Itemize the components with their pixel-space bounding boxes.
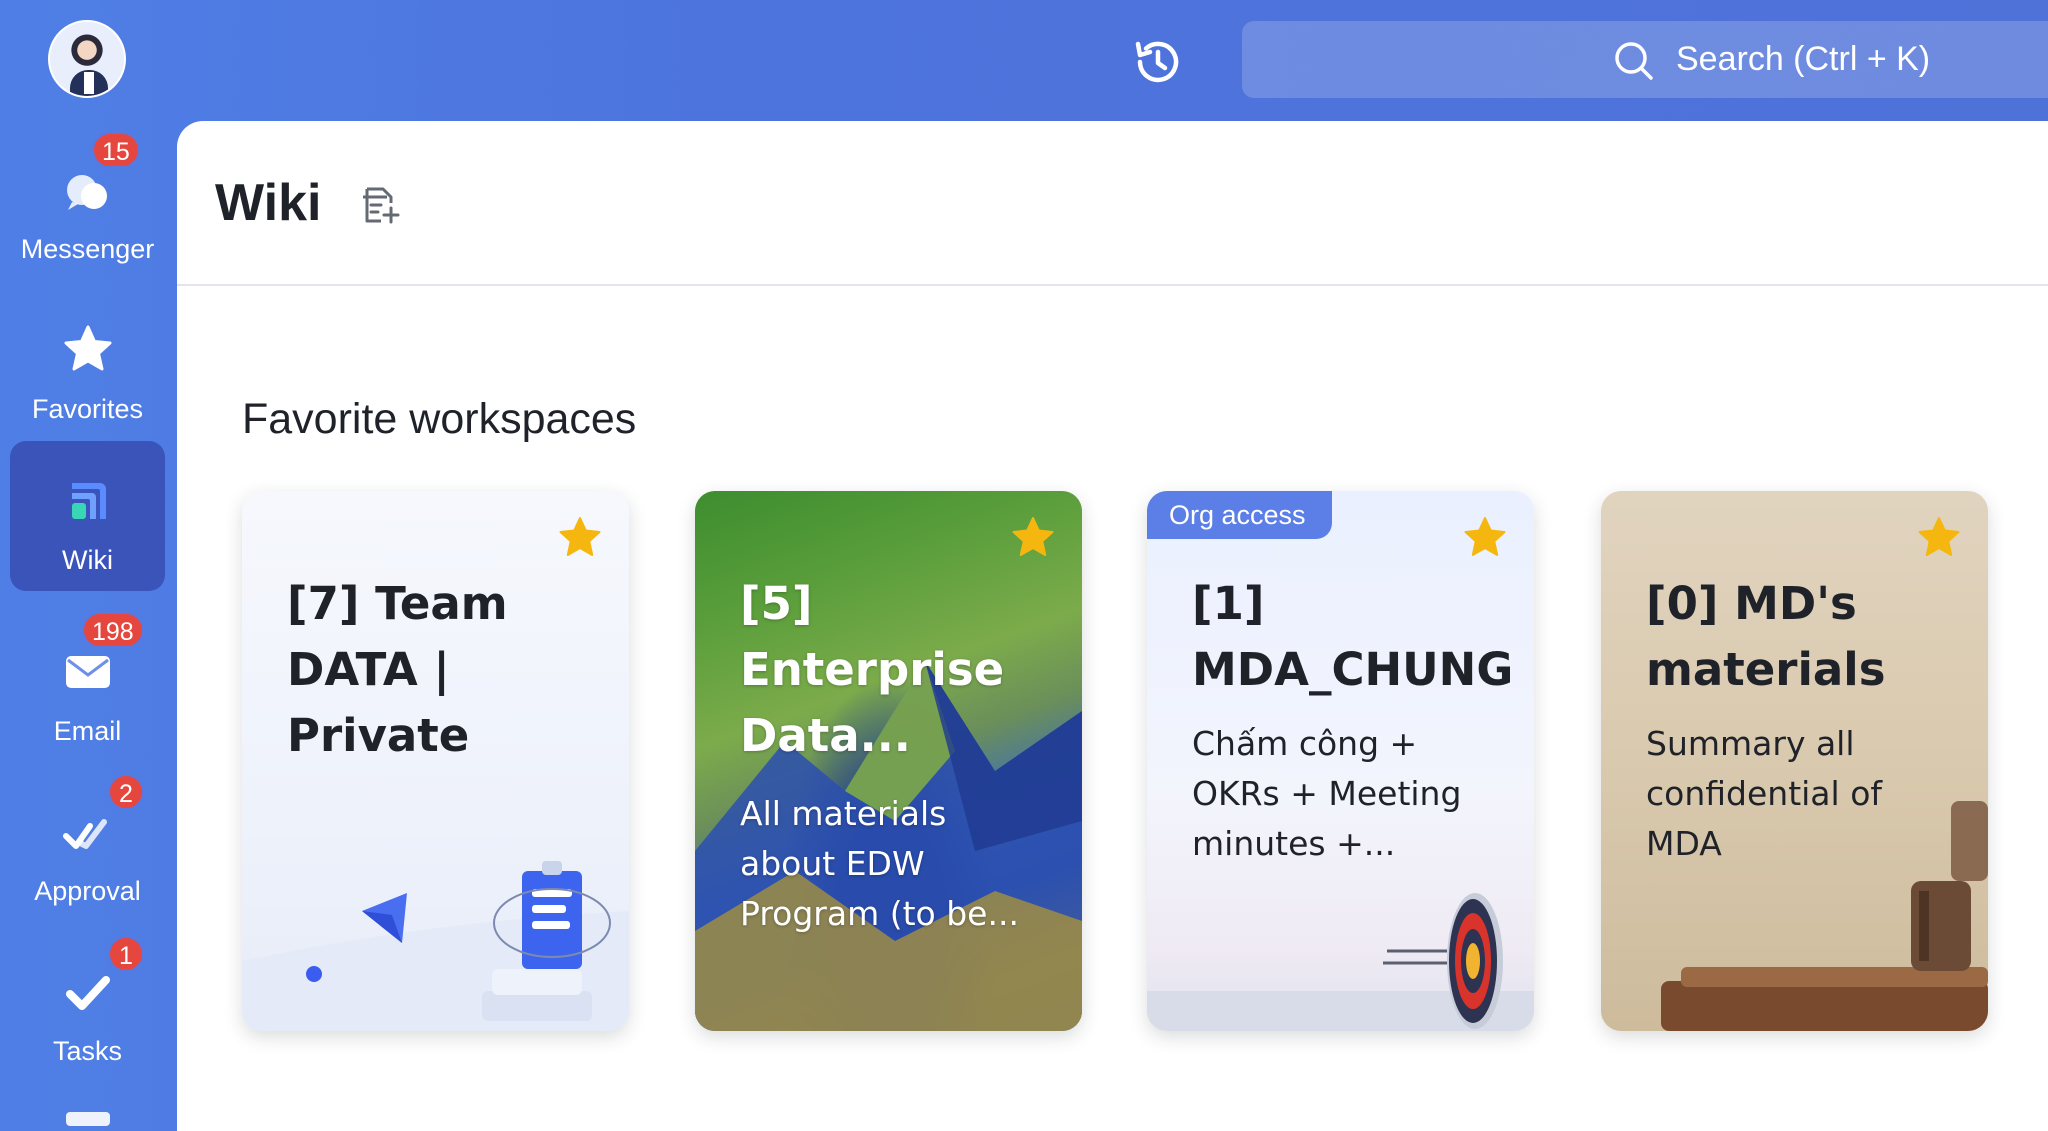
nav-wiki-label: Wiki (62, 545, 113, 575)
nav-favorites[interactable]: Favorites (10, 290, 165, 440)
nav-email[interactable]: 198 Email (10, 612, 165, 762)
page-title: Wiki (215, 174, 322, 232)
org-access-tag: Org access (1147, 491, 1332, 539)
card-title: [5] Enterprise Data... (740, 577, 1005, 762)
title-row: Wiki (177, 121, 2048, 286)
star-icon[interactable] (557, 515, 603, 561)
star-icon[interactable] (1916, 515, 1962, 561)
main-panel: Wiki Favorite workspaces [7] Team DATA |… (177, 121, 2048, 1131)
workspace-card-md-materials[interactable]: [0] MD's materials Summary all confident… (1601, 491, 1988, 1031)
mail-icon (65, 656, 110, 688)
star-icon[interactable] (1010, 515, 1056, 561)
nav-tasks[interactable]: 1 Tasks (10, 932, 165, 1082)
star-icon[interactable] (1462, 515, 1508, 561)
messenger-badge: 15 (92, 132, 140, 168)
nav-tasks-label: Tasks (52, 1036, 123, 1066)
search-icon (1615, 42, 1653, 80)
approval-badge: 2 (108, 774, 144, 810)
nav-messenger-label: Messenger (20, 234, 155, 264)
workspace-card-enterprise-data[interactable]: [5] Enterprise Data... All materials abo… (695, 491, 1082, 1031)
wiki-icon (71, 483, 106, 519)
email-badge: 198 (82, 612, 144, 648)
left-rail: 15 Messenger Favorites Wiki 198 Email 2 (0, 0, 177, 1126)
card-description: Chấm công + OKRs + Meeting minutes +... (1192, 724, 1462, 863)
clipboard-illustration (242, 861, 629, 1031)
user-avatar[interactable] (48, 20, 126, 98)
search-placeholder: Search (Ctrl + K) (1676, 40, 1931, 78)
target-illustration (1147, 893, 1534, 1031)
workspace-card-mda-chung[interactable]: Org access [1] MDA_CHUNG Chấm công + OKR… (1147, 491, 1534, 1031)
nav-messenger[interactable]: 15 Messenger (10, 130, 165, 280)
card-description: All materials about EDW Program (to be..… (740, 794, 1019, 933)
history-icon[interactable] (1130, 34, 1186, 90)
tasks-badge: 1 (108, 936, 144, 972)
messenger-icon (66, 175, 107, 210)
new-doc-icon[interactable] (357, 181, 405, 229)
workspace-card-team-data[interactable]: [7] Team DATA | Private (242, 491, 629, 1031)
card-title: [0] MD's materials (1646, 577, 1886, 696)
star-icon (64, 325, 111, 371)
section-favorite-workspaces: Favorite workspaces (242, 395, 637, 443)
nav-approval[interactable]: 2 Approval (10, 772, 165, 922)
check-icon (65, 976, 110, 1010)
nav-wiki[interactable]: Wiki (10, 441, 165, 591)
old-books-illustration (1661, 801, 1988, 1031)
nav-more-icon[interactable] (66, 1112, 110, 1126)
approval-icon (62, 819, 107, 849)
card-title: [1] MDA_CHUNG (1192, 577, 1514, 696)
avatar-shirt (84, 72, 94, 94)
card-title: [7] Team DATA | Private (287, 577, 508, 762)
nav-email-label: Email (53, 716, 122, 746)
nav-approval-label: Approval (34, 876, 141, 906)
search-bar[interactable]: Search (Ctrl + K) (1242, 21, 2048, 98)
nav-favorites-label: Favorites (31, 394, 144, 424)
